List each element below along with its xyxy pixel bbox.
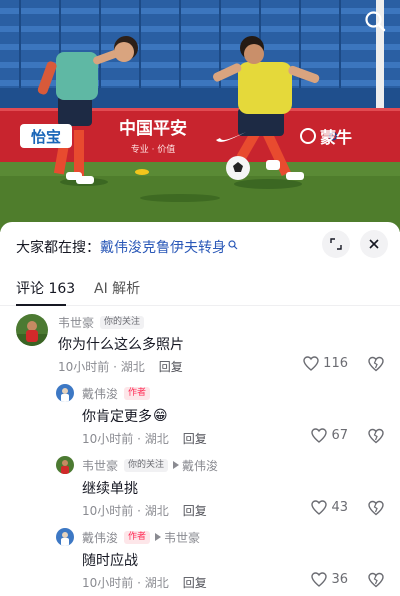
mengniu-logo-icon xyxy=(300,128,316,144)
close-button[interactable] xyxy=(360,230,388,258)
triangle-right-icon xyxy=(155,533,162,541)
expand-button[interactable] xyxy=(322,230,350,258)
avatar[interactable] xyxy=(16,314,48,346)
search-prefix: 大家都在搜： xyxy=(16,240,100,256)
reply-author[interactable]: 戴伟浚 xyxy=(82,385,118,402)
like-count: 67 xyxy=(331,428,348,443)
heart-icon xyxy=(311,428,328,443)
comment-item: 韦世豪 你的关注 你为什么这么多照片 10小时前 · 湖北 回复 116 xyxy=(0,314,400,376)
broken-heart-icon[interactable] xyxy=(368,500,384,516)
expand-icon xyxy=(330,238,342,250)
reply-time: 10小时前 · 湖北 xyxy=(82,432,169,446)
reply-text: 随时应战 xyxy=(82,553,138,569)
triangle-right-icon xyxy=(173,461,180,469)
reply-item: 戴伟浚 作者 韦世豪 随时应战 10小时前 · 湖北 回复 36 xyxy=(0,528,400,590)
heart-icon xyxy=(311,500,328,515)
heart-icon xyxy=(311,572,328,587)
comment-sheet: 大家都在搜： 戴伟浚克鲁伊夫转身 评论 163 AI 解析 韦世豪 你的关注 你… xyxy=(0,222,400,596)
reply-button[interactable]: 回复 xyxy=(183,430,207,447)
comment-time: 10小时前 · 湖北 xyxy=(58,360,145,374)
tab-comments[interactable]: 评论 163 xyxy=(16,278,75,298)
nike-swoosh-icon xyxy=(214,128,248,144)
like-count: 116 xyxy=(323,356,348,371)
like-button[interactable]: 116 xyxy=(303,356,348,371)
sponsor-mengniu-text: 蒙牛 xyxy=(320,128,353,147)
avatar[interactable] xyxy=(56,456,74,474)
like-count: 43 xyxy=(331,500,348,515)
sponsor-mengniu: 蒙牛 xyxy=(300,124,352,148)
reply-text-body: 你肯定更多 xyxy=(82,409,152,425)
like-button[interactable]: 67 xyxy=(311,428,348,443)
tab-ai-analysis[interactable]: AI 解析 xyxy=(94,278,140,298)
sponsor-pingan-text: 中国平安 xyxy=(119,119,187,139)
reply-button[interactable]: 回复 xyxy=(183,502,207,519)
avatar[interactable] xyxy=(56,528,74,546)
football-training-photo: ⊙ xyxy=(0,0,400,232)
broken-heart-icon[interactable] xyxy=(368,356,384,372)
reply-author[interactable]: 戴伟浚 xyxy=(82,529,118,546)
heart-icon xyxy=(303,356,319,371)
reply-author[interactable]: 韦世豪 xyxy=(82,457,118,474)
reply-to-user[interactable]: 戴伟浚 xyxy=(182,457,218,474)
active-tab-indicator xyxy=(16,304,66,306)
reply-button[interactable]: 回复 xyxy=(183,574,207,591)
comment-tabs: 评论 163 AI 解析 xyxy=(0,272,400,306)
reply-item: 韦世豪 你的关注 戴伟浚 继续单挑 10小时前 · 湖北 回复 43 xyxy=(0,456,400,518)
reply-to-user[interactable]: 韦世豪 xyxy=(164,529,200,546)
author-badge: 作者 xyxy=(124,530,151,544)
following-badge: 你的关注 xyxy=(124,458,169,472)
like-button[interactable]: 43 xyxy=(311,500,348,515)
broken-heart-icon[interactable] xyxy=(368,428,384,444)
sponsor-yibao-text: 怡宝 xyxy=(30,127,61,146)
close-icon xyxy=(369,239,379,249)
reply-text: 继续单挑 xyxy=(82,481,138,497)
sponsor-pingan-sub: 专业 · 价值 xyxy=(130,145,176,155)
like-count: 36 xyxy=(331,572,348,587)
reply-button[interactable]: 回复 xyxy=(159,358,183,375)
post-photo[interactable]: ⊙ 怡宝 中国平安 专业 · 价值 蒙牛 xyxy=(0,0,400,232)
sponsor-pingan: 中国平安 专业 · 价值 xyxy=(108,114,198,155)
reply-item: 戴伟浚 作者 你肯定更多 😁 10小时前 · 湖北 回复 67 xyxy=(0,384,400,446)
following-badge: 你的关注 xyxy=(100,315,145,329)
sponsor-logo-yibao: 怡宝 xyxy=(20,124,72,148)
search-icon[interactable] xyxy=(364,10,386,32)
broken-heart-icon[interactable] xyxy=(368,572,384,588)
search-term-link[interactable]: 戴伟浚克鲁伊夫转身 xyxy=(100,237,226,257)
avatar[interactable] xyxy=(56,384,74,402)
reply-time: 10小时前 · 湖北 xyxy=(82,504,169,518)
search-small-icon xyxy=(228,240,238,250)
grin-emoji-icon: 😁 xyxy=(153,408,168,424)
reply-time: 10小时前 · 湖北 xyxy=(82,576,169,590)
author-badge: 作者 xyxy=(124,386,151,400)
reply-text: 你肯定更多 😁 xyxy=(82,406,168,426)
comment-author[interactable]: 韦世豪 xyxy=(58,314,94,331)
comment-text: 你为什么这么多照片 xyxy=(58,337,184,353)
like-button[interactable]: 36 xyxy=(311,572,348,587)
